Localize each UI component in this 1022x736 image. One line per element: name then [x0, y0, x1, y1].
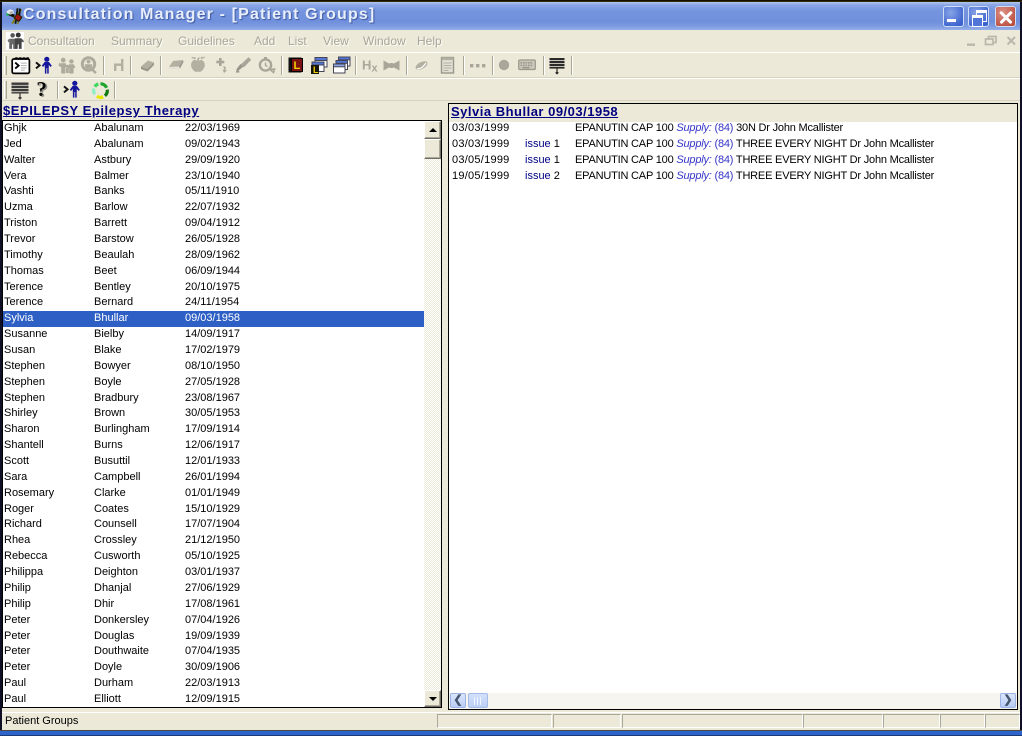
svg-text:L: L	[313, 65, 319, 75]
svg-text:L: L	[294, 60, 301, 72]
svg-text:H: H	[362, 58, 371, 73]
svg-text:?: ?	[36, 80, 47, 101]
svg-text:x: x	[372, 63, 379, 75]
